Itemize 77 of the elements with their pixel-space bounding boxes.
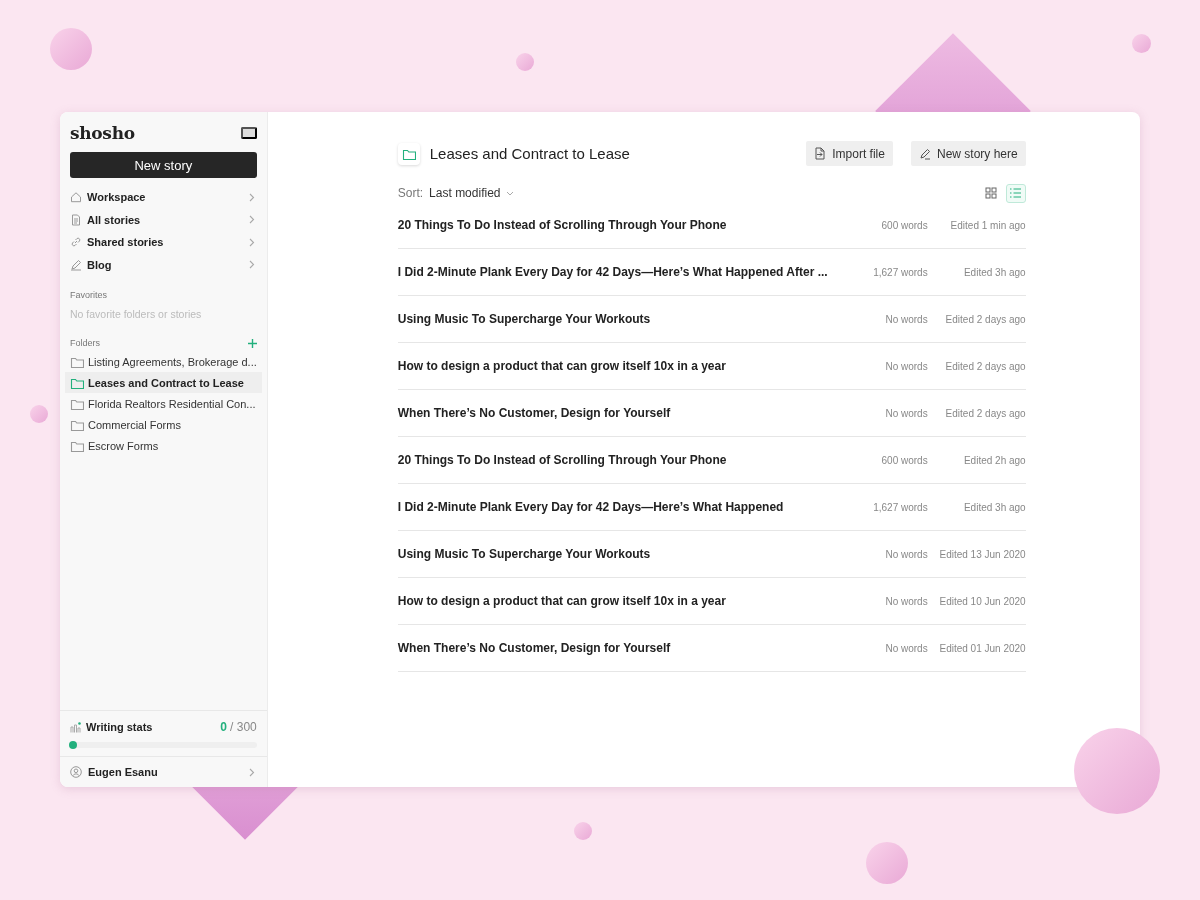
story-title[interactable]: I Did 2-Minute Plank Every Day for 42 Days—Here’s What Happened After ... [397,265,828,279]
new-story-button[interactable]: New story [70,152,257,178]
edited-time: Edited 01 Jun 2020 [938,642,1026,654]
word-count: No words [884,407,928,419]
word-count: No words [884,548,928,560]
chevron-right-icon [248,260,255,270]
decor-circle [574,822,592,840]
decor-circle [516,53,534,71]
link-icon [70,236,82,249]
edited-time: Edited 13 Jun 2020 [938,548,1026,560]
chevron-right-icon [248,192,255,202]
pencil-icon [70,258,82,271]
word-count: 1,627 words [872,266,928,278]
story-title[interactable]: 20 Things To Do Instead of Scrolling Through Your Phone [397,218,828,232]
story-title[interactable]: Using Music To Supercharge Your Workouts [397,547,828,561]
writing-stats-label: Writing stats [86,721,154,733]
word-count: No words [884,313,928,325]
chevron-right-icon [248,767,255,777]
story-title[interactable]: 20 Things To Do Instead of Scrolling Through Your Phone [397,453,828,467]
folder-item[interactable]: Commercial Forms [65,414,262,435]
folder-title: Leases and Contract to Lease [429,145,631,162]
list-view-button[interactable] [1005,183,1026,203]
edited-time: Edited 2 days ago [944,360,1026,372]
house-icon [70,191,82,204]
folder-item[interactable]: Leases and Contract to Lease [65,372,262,393]
app-logo: shosho [70,123,135,143]
word-count: 600 words [880,454,928,466]
story-title[interactable]: When There’s No Customer, Design for Yourself [397,406,828,420]
section-heading: Favorites [70,290,107,300]
document-icon [70,213,82,226]
story-title[interactable]: Using Music To Supercharge Your Workouts [397,312,828,326]
nav-item[interactable]: All stories [70,208,257,231]
grid-icon [984,187,997,199]
story-title[interactable]: I Did 2-Minute Plank Every Day for 42 Days—Here’s What Happened [397,500,828,514]
decor-circle [50,28,92,70]
new-story-here-button[interactable]: New story here [910,141,1026,166]
edited-time: Edited 2 days ago [944,313,1026,325]
folder-item[interactable]: Florida Realtors Residential Con... [65,393,262,414]
sort-label: Sort: [397,186,424,200]
edited-time: Edited 10 Jun 2020 [938,595,1026,607]
sort-dropdown[interactable]: Last modified [429,186,515,200]
section-heading: Folders [70,338,100,348]
word-count: 0 / 300 [220,720,257,734]
edited-time: Edited 3h ago [962,501,1026,513]
pencil-icon [918,147,931,160]
word-count: 600 words [880,219,928,231]
word-count: No words [884,360,928,372]
story-title[interactable]: When There’s No Customer, Design for Yourself [397,641,828,655]
collapse-sidebar-icon[interactable] [240,127,257,139]
folder-item[interactable]: Escrow Forms [65,435,262,456]
word-count: 1,627 words [872,501,928,513]
chevron-right-icon [248,237,255,247]
story-title[interactable]: How to design a product that can grow itself 10x in a year [397,359,828,373]
decor-circle [30,405,48,423]
file-import-icon [814,147,827,160]
caret-icon [506,190,515,196]
word-count: No words [884,595,928,607]
add-icon[interactable] [247,338,257,348]
folder-icon [397,142,420,165]
story-title[interactable]: How to design a product that can grow itself 10x in a year [397,594,828,608]
edited-time: Edited 1 min ago [949,219,1026,231]
edited-time: Edited 2 days ago [944,407,1026,419]
nav-item[interactable]: Workspace [70,186,257,209]
user-menu[interactable]: Eugen Esanu [60,756,267,787]
word-count: No words [884,642,928,654]
nav-item[interactable]: Blog [70,253,257,276]
chevron-right-icon [248,215,255,225]
nav-item[interactable]: Shared stories [70,231,257,254]
import-file-button[interactable]: Import file [806,141,893,166]
user-avatar-icon [70,766,82,778]
bar-chart-icon [70,721,81,733]
folder-item[interactable]: Listing Agreements, Brokerage d... [65,351,262,372]
decor-circle [866,842,908,884]
edited-time: Edited 2h ago [962,454,1026,466]
list-icon [1009,187,1023,199]
edited-time: Edited 3h ago [962,266,1026,278]
decor-circle [1132,34,1151,53]
